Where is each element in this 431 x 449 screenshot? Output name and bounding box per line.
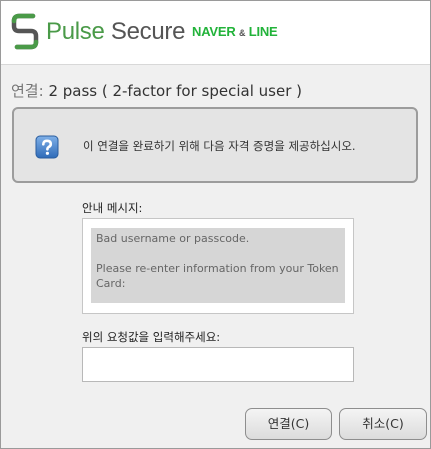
message-box: Bad username or passcode. Please re-ente…: [82, 218, 354, 314]
message-line-2: Please re-enter information from your To…: [96, 262, 339, 290]
message-content: Bad username or passcode. Please re-ente…: [91, 228, 345, 303]
partner-amp-text: &: [238, 28, 246, 38]
question-mark-icon: [35, 135, 59, 159]
message-label: 안내 메시지:: [82, 201, 143, 215]
dialog-header: Pulse Secure NAVER & LINE: [1, 1, 430, 65]
connect-button[interactable]: 연결(C): [245, 408, 332, 440]
cancel-button[interactable]: 취소(C): [339, 408, 427, 440]
token-input[interactable]: [82, 347, 354, 382]
connection-name: 2 pass ( 2-factor for special user ): [48, 82, 302, 100]
pulse-secure-logo-icon: [11, 13, 39, 50]
partner-line-text: LINE: [248, 24, 278, 39]
prompt-label: 위의 요청값을 입력해주세요:: [82, 330, 221, 344]
message-line-1: Bad username or passcode.: [96, 232, 250, 245]
connection-title: 연결: 2 pass ( 2-factor for special user ): [11, 81, 302, 101]
connection-label: 연결:: [11, 82, 44, 100]
brand-pulse-text: Pulse: [46, 18, 105, 45]
info-text: 이 연결을 완료하기 위해 다음 자격 증명을 제공하십시오.: [83, 139, 356, 153]
pulse-secure-connection-dialog: Pulse Secure NAVER & LINE 연결: 2 pass ( 2…: [0, 0, 431, 449]
brand-secure-text: Secure: [110, 18, 186, 45]
brand-name: Pulse Secure: [46, 18, 185, 46]
partner-brand: NAVER & LINE: [192, 24, 278, 41]
info-panel: 이 연결을 완료하기 위해 다음 자격 증명을 제공하십시오.: [12, 107, 418, 183]
partner-naver-text: NAVER: [192, 24, 236, 39]
